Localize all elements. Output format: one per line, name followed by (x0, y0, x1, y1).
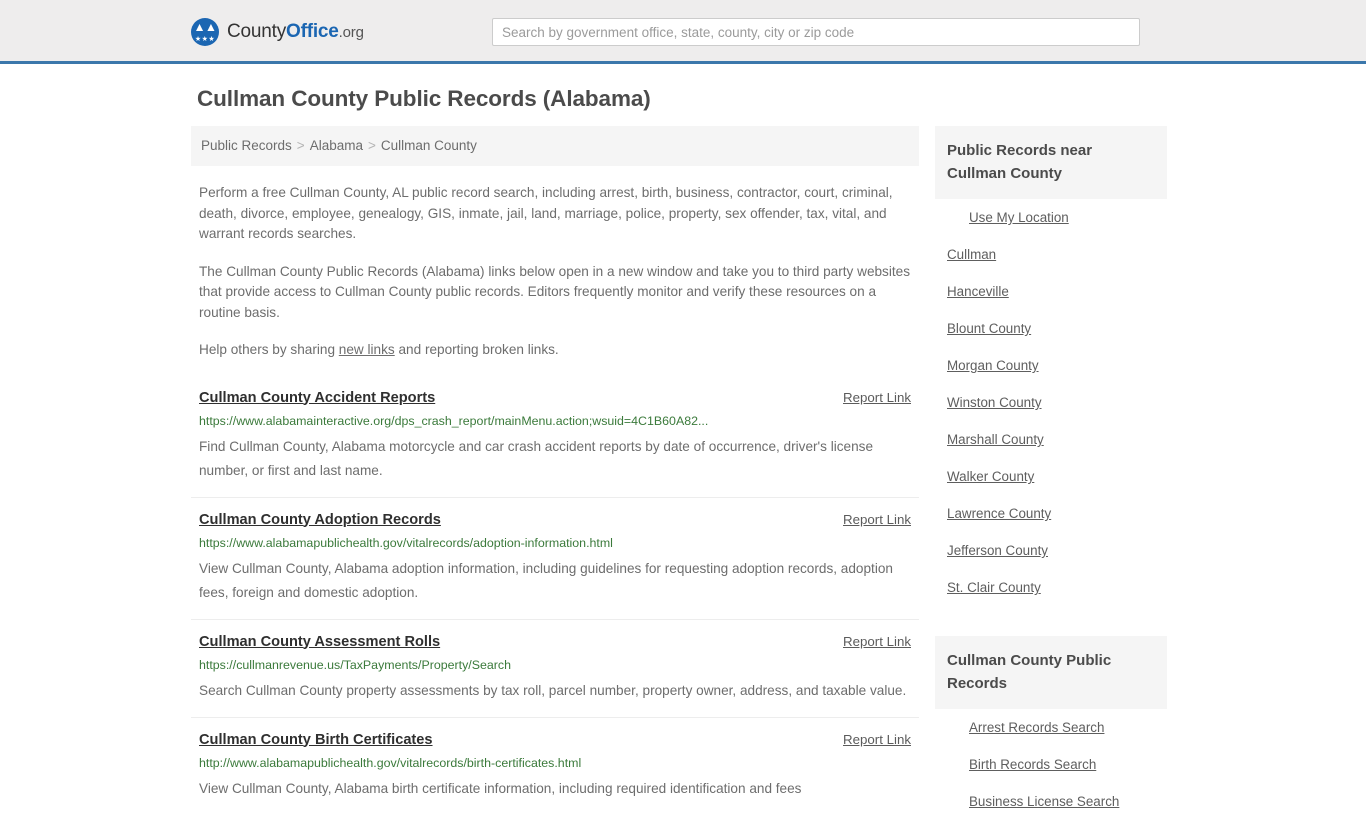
brand-wordmark: CountyOffice.org (227, 22, 364, 42)
sidebar-item-arrest-records-search[interactable]: Arrest Records Search (935, 709, 1167, 746)
breadcrumb-item-alabama[interactable]: Alabama (310, 138, 363, 153)
report-link-button[interactable]: Report Link (843, 389, 911, 407)
brand-org-text: .org (338, 24, 364, 41)
list-item: St. Clair County (935, 569, 1167, 606)
site-header: ▲▲ ★★★ CountyOffice.org (0, 0, 1366, 64)
sidebar-item-marshall-county[interactable]: Marshall County (935, 421, 1167, 458)
list-item: Business License Search (935, 783, 1167, 820)
report-link-button[interactable]: Report Link (843, 511, 911, 529)
result-description: Find Cullman County, Alabama motorcycle … (199, 438, 874, 478)
breadcrumb: Public Records > Alabama > Cullman County (191, 126, 919, 166)
list-item: Hanceville (935, 273, 1167, 310)
brand-county-text: County (227, 21, 287, 42)
intro-paragraph-2: The Cullman County Public Records (Alaba… (199, 263, 911, 320)
list-item: Blount County (935, 310, 1167, 347)
result-title-link[interactable]: Cullman County Adoption Records (199, 511, 441, 530)
result-row: Cullman County Assessment Rolls Report L… (191, 618, 919, 717)
result-header: Cullman County Assessment Rolls Report L… (199, 633, 911, 652)
sidebar-records-list: Arrest Records Search Birth Records Sear… (935, 709, 1167, 820)
result-header: Cullman County Accident Reports Report L… (199, 389, 911, 408)
eagle-crest-icon: ▲▲ (193, 20, 217, 34)
sidebar-item-st-clair-county[interactable]: St. Clair County (935, 569, 1167, 606)
sidebar-nearby-heading: Public Records near Cullman County (935, 126, 1167, 199)
list-item: Birth Records Search (935, 746, 1167, 783)
sidebar-nearby-list: Use My Location Cullman Hanceville Bloun… (935, 199, 1167, 606)
result-title-link[interactable]: Cullman County Birth Certificates (199, 731, 433, 750)
new-links-link[interactable]: new links (339, 342, 395, 357)
report-link-button[interactable]: Report Link (843, 731, 911, 749)
sidebar-item-winston-county[interactable]: Winston County (935, 384, 1167, 421)
result-description: Search Cullman County property assessmen… (199, 682, 907, 698)
header-inner: ▲▲ ★★★ CountyOffice.org (0, 0, 1366, 61)
sidebar-item-use-my-location[interactable]: Use My Location (935, 199, 1167, 236)
list-item: Cullman (935, 236, 1167, 273)
sidebar-item-birth-records-search[interactable]: Birth Records Search (935, 746, 1167, 783)
three-stars-icon: ★★★ (194, 36, 216, 43)
site-logo-link[interactable]: ▲▲ ★★★ CountyOffice.org (191, 18, 364, 46)
result-title-link[interactable]: Cullman County Accident Reports (199, 389, 435, 408)
intro-paragraph-3-before: Help others by sharing (199, 342, 339, 357)
page-title: Cullman County Public Records (Alabama) (197, 86, 651, 111)
result-url: http://www.alabamapublichealth.gov/vital… (199, 755, 582, 770)
sidebar-nearby-box: Public Records near Cullman County Use M… (935, 126, 1167, 606)
result-url: https://www.alabamapublichealth.gov/vita… (199, 535, 613, 550)
result-row: Cullman County Accident Reports Report L… (191, 385, 919, 497)
sidebar-records-heading: Cullman County Public Records (935, 636, 1167, 709)
countyoffice-logo-icon: ▲▲ ★★★ (191, 18, 219, 46)
main-column: Public Records > Alabama > Cullman County Pe… (191, 126, 919, 815)
search-input[interactable] (492, 18, 1140, 46)
breadcrumb-item-public-records[interactable]: Public Records (201, 138, 292, 153)
breadcrumb-separator-2: > (367, 138, 376, 153)
sidebar-records-box: Cullman County Public Records Arrest Rec… (935, 636, 1167, 820)
sidebar-item-jefferson-county[interactable]: Jefferson County (935, 532, 1167, 569)
result-row: Cullman County Adoption Records Report L… (191, 496, 919, 619)
breadcrumb-separator-1: > (296, 138, 305, 153)
list-item: Arrest Records Search (935, 709, 1167, 746)
breadcrumb-item-cullman-county: Cullman County (380, 138, 477, 153)
list-item: Winston County (935, 384, 1167, 421)
sidebar-item-lawrence-county[interactable]: Lawrence County (935, 495, 1167, 532)
intro-paragraph-3: Help others by sharing new links and rep… (199, 340, 911, 361)
list-item: Use My Location (935, 199, 1167, 236)
sidebar-item-cullman[interactable]: Cullman (935, 236, 1167, 273)
result-url: https://cullmanrevenue.us/TaxPayments/Pr… (199, 657, 511, 672)
page-container: Cullman County Public Records (Alabama) … (0, 86, 1366, 826)
brand-office-text: Office (286, 21, 339, 42)
sidebar-item-business-license-search[interactable]: Business License Search (935, 783, 1167, 820)
content-columns: Public Records > Alabama > Cullman County Pe… (191, 126, 1175, 826)
sidebar-item-hanceville[interactable]: Hanceville (935, 273, 1167, 310)
sidebar-item-walker-county[interactable]: Walker County (935, 458, 1167, 495)
sidebar: Public Records near Cullman County Use M… (935, 126, 1167, 826)
result-title-link[interactable]: Cullman County Assessment Rolls (199, 633, 440, 652)
sidebar-item-blount-county[interactable]: Blount County (935, 310, 1167, 347)
results-list: Cullman County Accident Reports Report L… (191, 385, 919, 815)
result-header: Cullman County Birth Certificates Report… (199, 731, 911, 750)
list-item: Morgan County (935, 347, 1167, 384)
result-header: Cullman County Adoption Records Report L… (199, 511, 911, 530)
list-item: Lawrence County (935, 495, 1167, 532)
search-container (492, 18, 1140, 46)
intro-section: Perform a free Cullman County, AL public… (191, 183, 919, 361)
result-url: https://www.alabamainteractive.org/dps_c… (199, 413, 709, 428)
intro-paragraph-3-after: and reporting broken links. (394, 342, 559, 357)
report-link-button[interactable]: Report Link (843, 633, 911, 651)
list-item: Walker County (935, 458, 1167, 495)
intro-paragraph-1: Perform a free Cullman County, AL public… (199, 185, 893, 241)
result-description: View Cullman County, Alabama birth certi… (199, 780, 802, 796)
list-item: Jefferson County (935, 532, 1167, 569)
result-row: Cullman County Birth Certificates Report… (191, 716, 919, 815)
list-item: Marshall County (935, 421, 1167, 458)
result-description: View Cullman County, Alabama adoption in… (199, 560, 893, 600)
sidebar-item-morgan-county[interactable]: Morgan County (935, 347, 1167, 384)
